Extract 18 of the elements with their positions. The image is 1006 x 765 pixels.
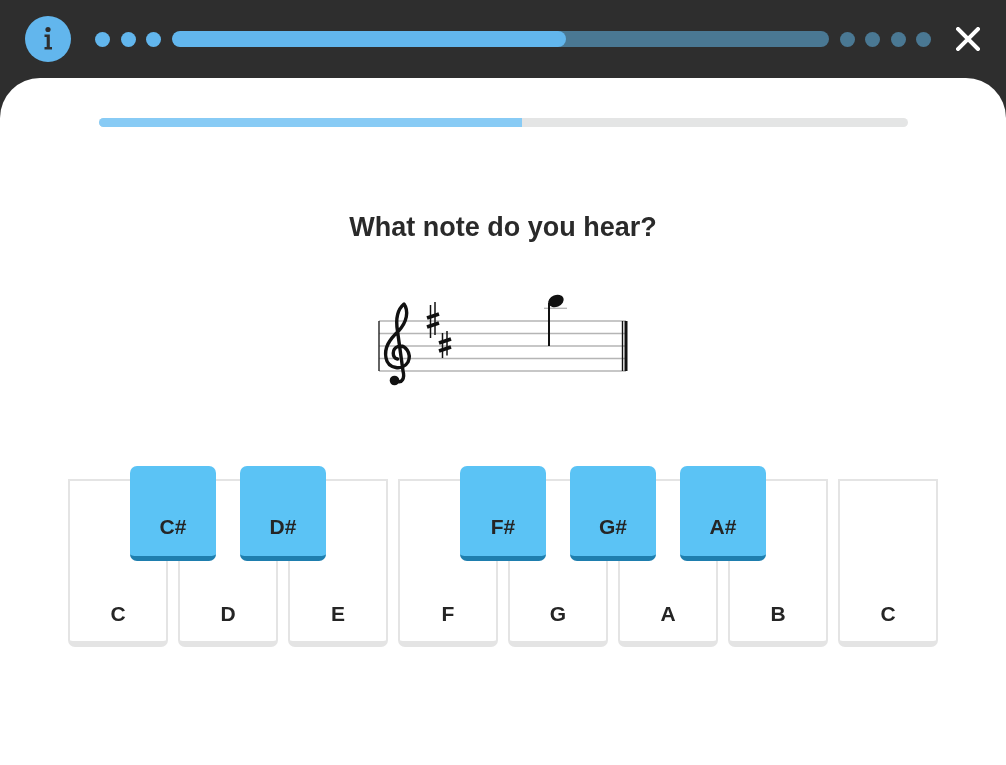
- close-button[interactable]: [956, 27, 980, 51]
- piano-sharp-key[interactable]: A#: [680, 466, 766, 561]
- piano-key[interactable]: E: [288, 561, 388, 647]
- piano-key[interactable]: A: [618, 561, 718, 647]
- question-text: What note do you hear?: [349, 212, 657, 243]
- info-button[interactable]: [25, 16, 71, 62]
- piano-sharp-key[interactable]: G#: [570, 466, 656, 561]
- piano-sharp-key[interactable]: C#: [130, 466, 216, 561]
- close-icon: [956, 27, 980, 51]
- piano-sharp-key[interactable]: F#: [460, 466, 546, 561]
- info-icon: [25, 16, 71, 62]
- piano-key[interactable]: C: [68, 561, 168, 647]
- piano-key[interactable]: C: [838, 561, 938, 647]
- piano-sharp-key[interactable]: D#: [240, 466, 326, 561]
- piano-key[interactable]: B: [728, 561, 828, 647]
- piano-key[interactable]: G: [508, 561, 608, 647]
- piano-key[interactable]: F: [398, 561, 498, 647]
- piano-key[interactable]: D: [178, 561, 278, 647]
